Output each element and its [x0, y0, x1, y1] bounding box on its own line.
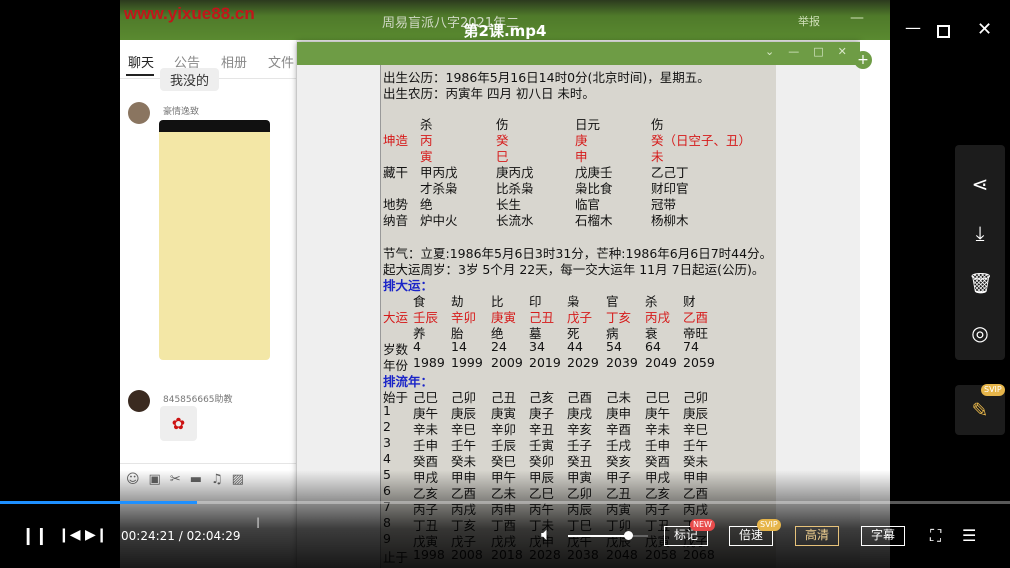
dayun-cell: 44	[567, 339, 583, 354]
dayun-cell: 24	[491, 339, 507, 354]
tab-chat: 聊天	[128, 56, 155, 71]
qiyun-line: 起大运周岁：3岁 5个月 22天，每一交大运年 11月 7日起运(公历)。	[383, 262, 765, 277]
document-titlebar: ⌄—□✕	[297, 42, 860, 65]
dayun-cell: 2039	[606, 355, 638, 370]
dayun-cell: 1999	[451, 355, 483, 370]
new-badge: NEW	[690, 519, 715, 531]
tab-album: 相册	[221, 56, 248, 71]
avatar	[128, 390, 150, 412]
watermark: www.yixue88.cn	[124, 4, 255, 23]
controls-overlay	[0, 470, 1010, 568]
target-icon[interactable]: ◎	[968, 321, 992, 345]
dayun-cell: 2029	[567, 355, 599, 370]
pillar-cell: 杨柳木	[651, 213, 689, 228]
liunian-row-label: 4	[383, 451, 391, 466]
active-tab-indicator	[126, 74, 154, 76]
pillar-cell: 癸（日空子、丑）	[651, 133, 752, 148]
maximize-button[interactable]	[937, 25, 950, 38]
tab-files: 文件	[268, 56, 295, 71]
dayun-cell: 2009	[491, 355, 523, 370]
recorded-window-titlebar: www.yixue88.cn 周易盲派八字2021年二 举报 —	[120, 0, 890, 40]
close-button[interactable]: ✕	[977, 19, 992, 40]
volume-fill	[568, 535, 628, 537]
subtitle-button[interactable]: 字幕	[861, 526, 905, 546]
avatar	[128, 102, 150, 124]
recorded-window-title: 周易盲派八字2021年二	[382, 16, 520, 31]
pillar-cell: 炉中火	[420, 213, 458, 228]
playlist-icon[interactable]: ☰	[962, 526, 976, 545]
add-icon: +	[854, 51, 872, 69]
dayun-cell: 2019	[529, 355, 561, 370]
rose-icon: ✿	[160, 406, 197, 441]
sender-name: 845856665助教	[163, 395, 233, 405]
svip-badge: SVIP	[981, 384, 1005, 396]
pillar-row-label: 坤造	[383, 133, 409, 148]
volume-knob[interactable]	[624, 531, 633, 540]
dayun-cell: 4	[413, 339, 421, 354]
sender-name: 豪情逸致	[163, 107, 200, 117]
current-time: 00:24:21	[121, 529, 175, 543]
previous-message: 我没的	[160, 68, 220, 91]
previous-button[interactable]: ❙◀	[58, 527, 81, 543]
volume-icon[interactable]: 🔈︎	[541, 524, 552, 545]
quality-button[interactable]: 高清	[795, 526, 839, 546]
pin-icon: ✎	[971, 398, 989, 422]
pillar-cell: 石榴木	[575, 213, 613, 228]
minimize-button[interactable]: —	[905, 18, 921, 37]
dayun-row-label: 大运	[383, 310, 409, 325]
dayun-cell: 2059	[683, 355, 715, 370]
share-icon[interactable]: ⋖	[968, 172, 992, 196]
dayun-cell: 14	[451, 339, 467, 354]
download-icon[interactable]: ⤓	[968, 221, 992, 245]
progress-bar[interactable]	[0, 501, 1010, 504]
svip-badge: SVIP	[757, 519, 781, 531]
liunian-row-label: 1	[383, 403, 391, 418]
volume-slider[interactable]	[568, 531, 648, 540]
progress-fill	[0, 501, 197, 504]
fullscreen-icon[interactable]: ⛶	[930, 526, 941, 546]
liunian-row-label: 3	[383, 435, 391, 450]
text-cursor-icon: I	[256, 516, 261, 532]
side-action-panel: ⋖ ⤓ 🗑 ◎	[955, 145, 1005, 360]
report-link: 举报	[798, 15, 820, 28]
total-time: 02:04:29	[186, 529, 241, 543]
pillar-cell: 长流水	[496, 213, 534, 228]
window-controls-icons: ⌄—□✕	[765, 45, 861, 58]
dayun-cell: 54	[606, 339, 622, 354]
dayun-cell: 74	[683, 339, 699, 354]
next-button[interactable]: ▶❙	[85, 527, 108, 543]
pillar-row-label: 纳音	[383, 213, 409, 228]
dayun-cell: 1989	[413, 355, 445, 370]
pause-button[interactable]: ❙❙	[21, 526, 48, 546]
dayun-cell: 34	[529, 339, 545, 354]
time-separator: /	[174, 529, 187, 543]
delete-icon[interactable]: 🗑	[968, 271, 993, 295]
minimize-icon: —	[850, 10, 864, 26]
birth-lunar-line: 出生农历：丙寅年 四月 初八日 未时。	[383, 86, 595, 101]
dayun-cell: 64	[645, 339, 661, 354]
chart-image-message	[159, 120, 270, 360]
pin-button[interactable]: ✎ SVIP	[955, 384, 1005, 435]
dayun-cell: 2049	[645, 355, 677, 370]
time-display: 00:24:21 / 02:04:29	[121, 529, 240, 543]
pillar-row-label: 藏干	[383, 165, 409, 180]
liunian-row-label: 2	[383, 419, 391, 434]
